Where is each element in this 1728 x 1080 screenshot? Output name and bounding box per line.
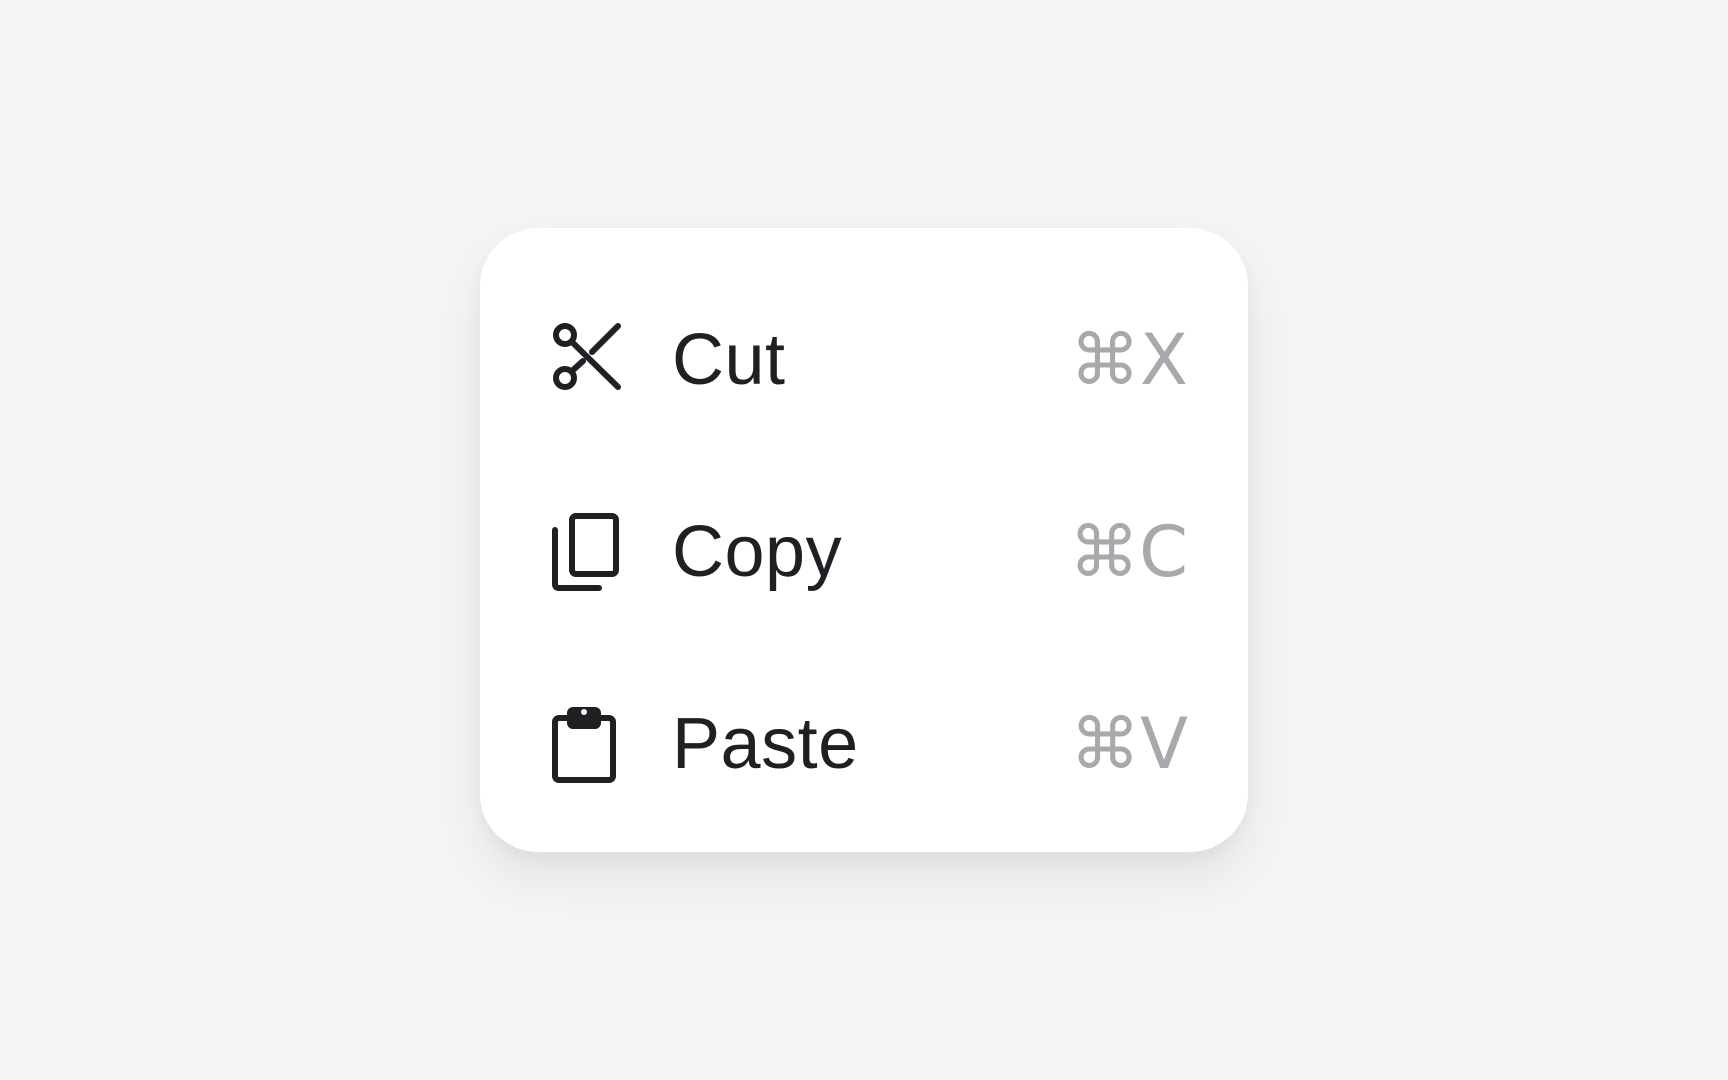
menu-item-cut[interactable]: Cut ⌘X — [480, 264, 1248, 456]
menu-item-label: Copy — [672, 512, 843, 592]
scissors-icon — [546, 320, 626, 400]
shortcut-hint: ⌘C — [1069, 511, 1188, 593]
context-menu: Cut ⌘X Copy ⌘C Paste ⌘V — [480, 228, 1248, 852]
menu-item-copy[interactable]: Copy ⌘C — [480, 456, 1248, 648]
menu-item-label: Paste — [672, 704, 859, 784]
clipboard-icon — [546, 704, 626, 784]
canvas: Cut ⌘X Copy ⌘C Paste ⌘V — [0, 0, 1728, 1080]
menu-item-label: Cut — [672, 320, 786, 400]
menu-item-paste[interactable]: Paste ⌘V — [480, 648, 1248, 840]
copy-icon — [546, 512, 626, 592]
shortcut-hint: ⌘X — [1070, 319, 1188, 401]
shortcut-hint: ⌘V — [1070, 703, 1188, 785]
